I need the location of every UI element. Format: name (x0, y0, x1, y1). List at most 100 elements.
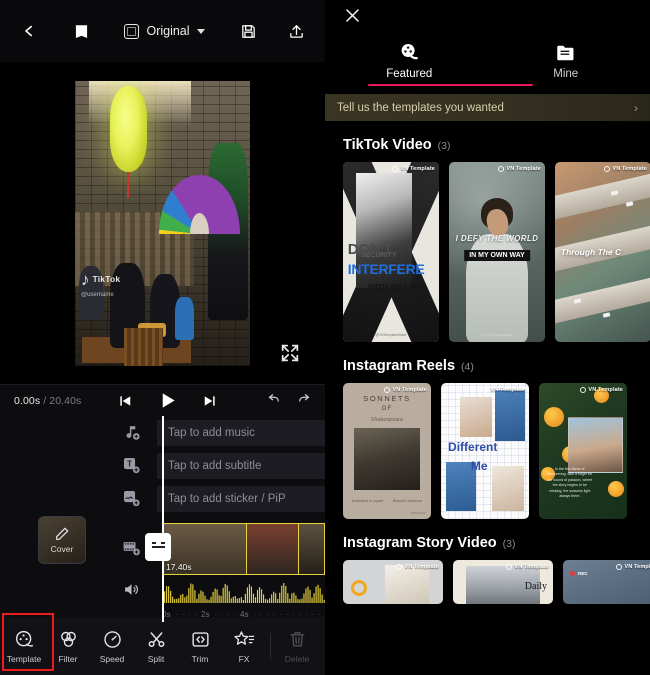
vn-badge-icon (498, 166, 505, 172)
vn-template-badge: VN Template (506, 564, 549, 570)
track-label[interactable]: Tap to add subtitle (157, 452, 325, 479)
template-card[interactable]: SONNETS OF Shakespeare Dedicated to myse… (343, 383, 431, 519)
card-caption-left: Dedicated to myself (351, 498, 384, 503)
trim-brackets-icon (191, 631, 209, 647)
clip-thumb[interactable] (299, 524, 324, 574)
vn-badge-icon (580, 387, 587, 393)
vn-template-badge: VN Template (392, 166, 435, 172)
playhead[interactable] (162, 416, 164, 622)
template-card[interactable]: In the first flame of discovering, with … (539, 383, 627, 519)
current-time: 0.00s (14, 394, 41, 407)
card-text-line: SONNETS (363, 393, 411, 403)
add-sticker-icon[interactable] (105, 489, 157, 508)
save-floppy-icon[interactable] (233, 16, 263, 46)
vn-badge-icon (616, 564, 623, 570)
cover-button[interactable]: Cover (38, 516, 86, 564)
volume-icon[interactable] (105, 581, 157, 598)
vn-badge-icon (392, 166, 399, 172)
card-photo (492, 465, 524, 511)
cover-label: Cover (50, 544, 74, 554)
template-browser-panel: Featured Mine Tell us the templates you … (325, 0, 650, 675)
card-graphic (602, 312, 611, 318)
card-text-line: In the first flame of discovering, with … (547, 466, 593, 499)
card-graphic (544, 407, 565, 428)
audio-waveform[interactable] (162, 581, 325, 603)
toolbar-divider (270, 633, 271, 659)
redo-icon[interactable] (296, 391, 311, 411)
tool-label: Speed (99, 653, 125, 664)
time-separator: / (40, 394, 50, 407)
card-graphic (555, 274, 650, 326)
add-music-icon[interactable] (105, 423, 157, 442)
video-preview[interactable]: ♪ TikTok @username (75, 80, 250, 366)
tool-label: Split (147, 653, 165, 664)
card-row-tiktok[interactable]: SECURITY DON'T INTERFERE WITH MY LIFE @V… (325, 162, 650, 342)
split-scissors-icon (148, 631, 164, 647)
tab-mine[interactable]: Mine (488, 43, 645, 86)
skip-next-icon[interactable] (203, 394, 217, 408)
template-card[interactable]: REC VN Template (563, 560, 650, 604)
template-card[interactable]: I DEFY THE WORLD IN MY OWN WAY @VNTempla… (449, 162, 545, 342)
track-label[interactable]: Tap to add music (157, 419, 325, 446)
card-row-reels[interactable]: SONNETS OF Shakespeare Dedicated to myse… (325, 383, 650, 519)
active-tab-underline (368, 83, 533, 86)
tool-template[interactable]: Template (2, 629, 46, 664)
panel-tabs: Featured Mine (325, 32, 650, 86)
vn-badge-label: VN Template (624, 564, 650, 570)
tool-fx[interactable]: FX (222, 629, 266, 664)
rec-indicator: REC (570, 571, 588, 577)
aspect-ratio-label: Original (146, 24, 190, 38)
tiktok-watermark: ♪ TikTok (81, 271, 120, 288)
tool-delete[interactable]: Delete (275, 629, 319, 664)
clip-thumb[interactable] (247, 524, 299, 574)
clip-thumb[interactable]: 17.40s (163, 524, 247, 574)
vn-template-badge: VN Template (580, 387, 623, 393)
film-reel-icon (401, 44, 418, 60)
clip-strip[interactable]: 17.40s (162, 523, 325, 575)
feedback-banner[interactable]: Tell us the templates you wanted › (325, 94, 650, 121)
template-card[interactable]: Different Me VN Template (441, 383, 529, 519)
chevron-down-icon (196, 28, 205, 34)
vn-template-badge: VN Template (396, 564, 439, 570)
card-text-line: Different (448, 440, 498, 455)
add-subtitle-icon[interactable]: T (105, 456, 157, 475)
card-text-line: Daily (524, 581, 547, 593)
play-icon[interactable] (158, 391, 177, 410)
tab-label: Mine (553, 68, 579, 80)
tool-filter[interactable]: Filter (46, 629, 90, 664)
split-handle-icon[interactable] (145, 533, 171, 561)
section-title: TikTok Video (343, 137, 432, 153)
back-chevron-left-icon[interactable] (14, 16, 44, 46)
tab-label: Featured (386, 68, 433, 80)
card-text-line: IN MY OWN WAY (464, 250, 530, 262)
card-photo (568, 417, 623, 473)
card-text-line: OF (381, 406, 393, 413)
clip-duration-label: 17.40s (166, 562, 192, 572)
track-label[interactable]: Tap to add sticker / PiP (157, 485, 325, 512)
tool-split[interactable]: Split (134, 629, 178, 664)
fullscreen-expand-icon[interactable] (279, 342, 301, 364)
template-card[interactable]: VN Template (343, 560, 443, 604)
undo-icon[interactable] (267, 391, 282, 411)
template-card[interactable]: Through The C VN Template (555, 162, 650, 342)
watermark-handle: @username (81, 291, 114, 298)
delete-trash-icon (290, 631, 304, 646)
template-card[interactable]: Daily VN Template (453, 560, 553, 604)
card-text-line: WITH MY LIFE (367, 282, 423, 292)
template-card[interactable]: SECURITY DON'T INTERFERE WITH MY LIFE @V… (343, 162, 439, 342)
tool-speed[interactable]: Speed (90, 629, 134, 664)
help-book-icon[interactable]: ? (66, 16, 96, 46)
section-header-story: Instagram Story Video (3) (325, 519, 650, 560)
vn-template-badge: VN Template (604, 166, 647, 172)
card-graphic (351, 580, 367, 597)
vn-badge-label: VN Template (588, 387, 623, 393)
aspect-ratio-selector[interactable]: Original (124, 23, 205, 39)
close-x-icon[interactable] (343, 6, 363, 26)
tool-trim[interactable]: Trim (178, 629, 222, 664)
template-reel-icon (15, 630, 33, 647)
app-screen: ? Original ♪ TikTok @username 0.00s / 20… (0, 0, 650, 675)
tab-featured[interactable]: Featured (331, 41, 488, 86)
export-share-icon[interactable] (281, 16, 311, 46)
skip-previous-icon[interactable] (118, 394, 132, 408)
card-row-story[interactable]: VN Template Daily VN Template REC VN Tem… (325, 560, 650, 604)
